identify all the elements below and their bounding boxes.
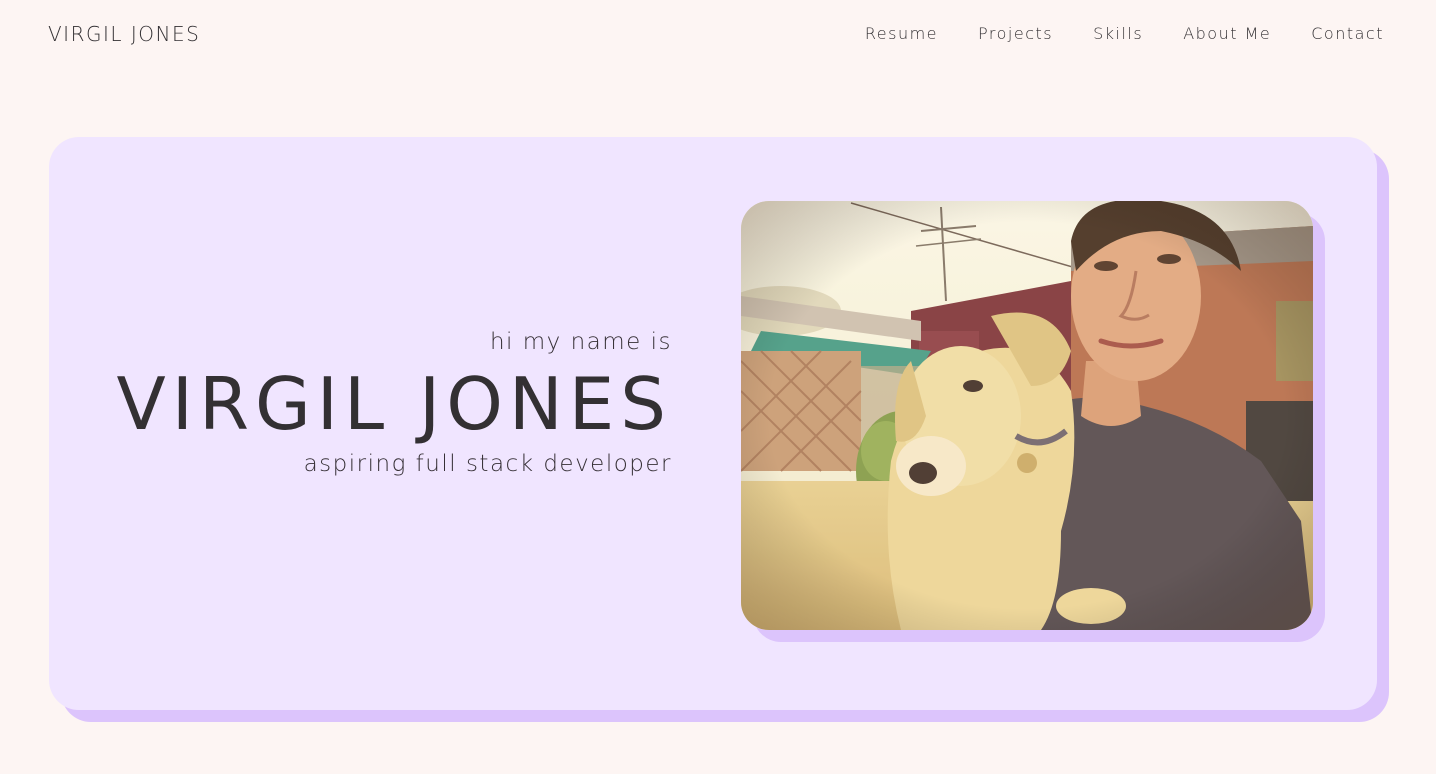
nav-link-projects[interactable]: Projects: [978, 24, 1053, 43]
nav-link-contact[interactable]: Contact: [1311, 24, 1384, 43]
brand-logo-link[interactable]: VIRGIL JONES: [48, 22, 200, 46]
hero-greeting: hi my name is: [489, 329, 672, 355]
hero-intro: hi my name is VIRGIL JONES aspiring full…: [116, 329, 672, 477]
hero-name: VIRGIL JONES: [116, 362, 672, 446]
nav-link-about-me[interactable]: About Me: [1183, 24, 1271, 43]
nav-link-resume[interactable]: Resume: [865, 24, 938, 43]
site-header: VIRGIL JONES Resume Projects Skills Abou…: [0, 0, 1436, 72]
main-nav: Resume Projects Skills About Me Contact: [865, 24, 1384, 43]
hero-tagline: aspiring full stack developer: [303, 451, 672, 477]
profile-photo: [741, 201, 1313, 630]
nav-link-skills[interactable]: Skills: [1093, 24, 1143, 43]
profile-photo-illustration: [741, 201, 1313, 630]
